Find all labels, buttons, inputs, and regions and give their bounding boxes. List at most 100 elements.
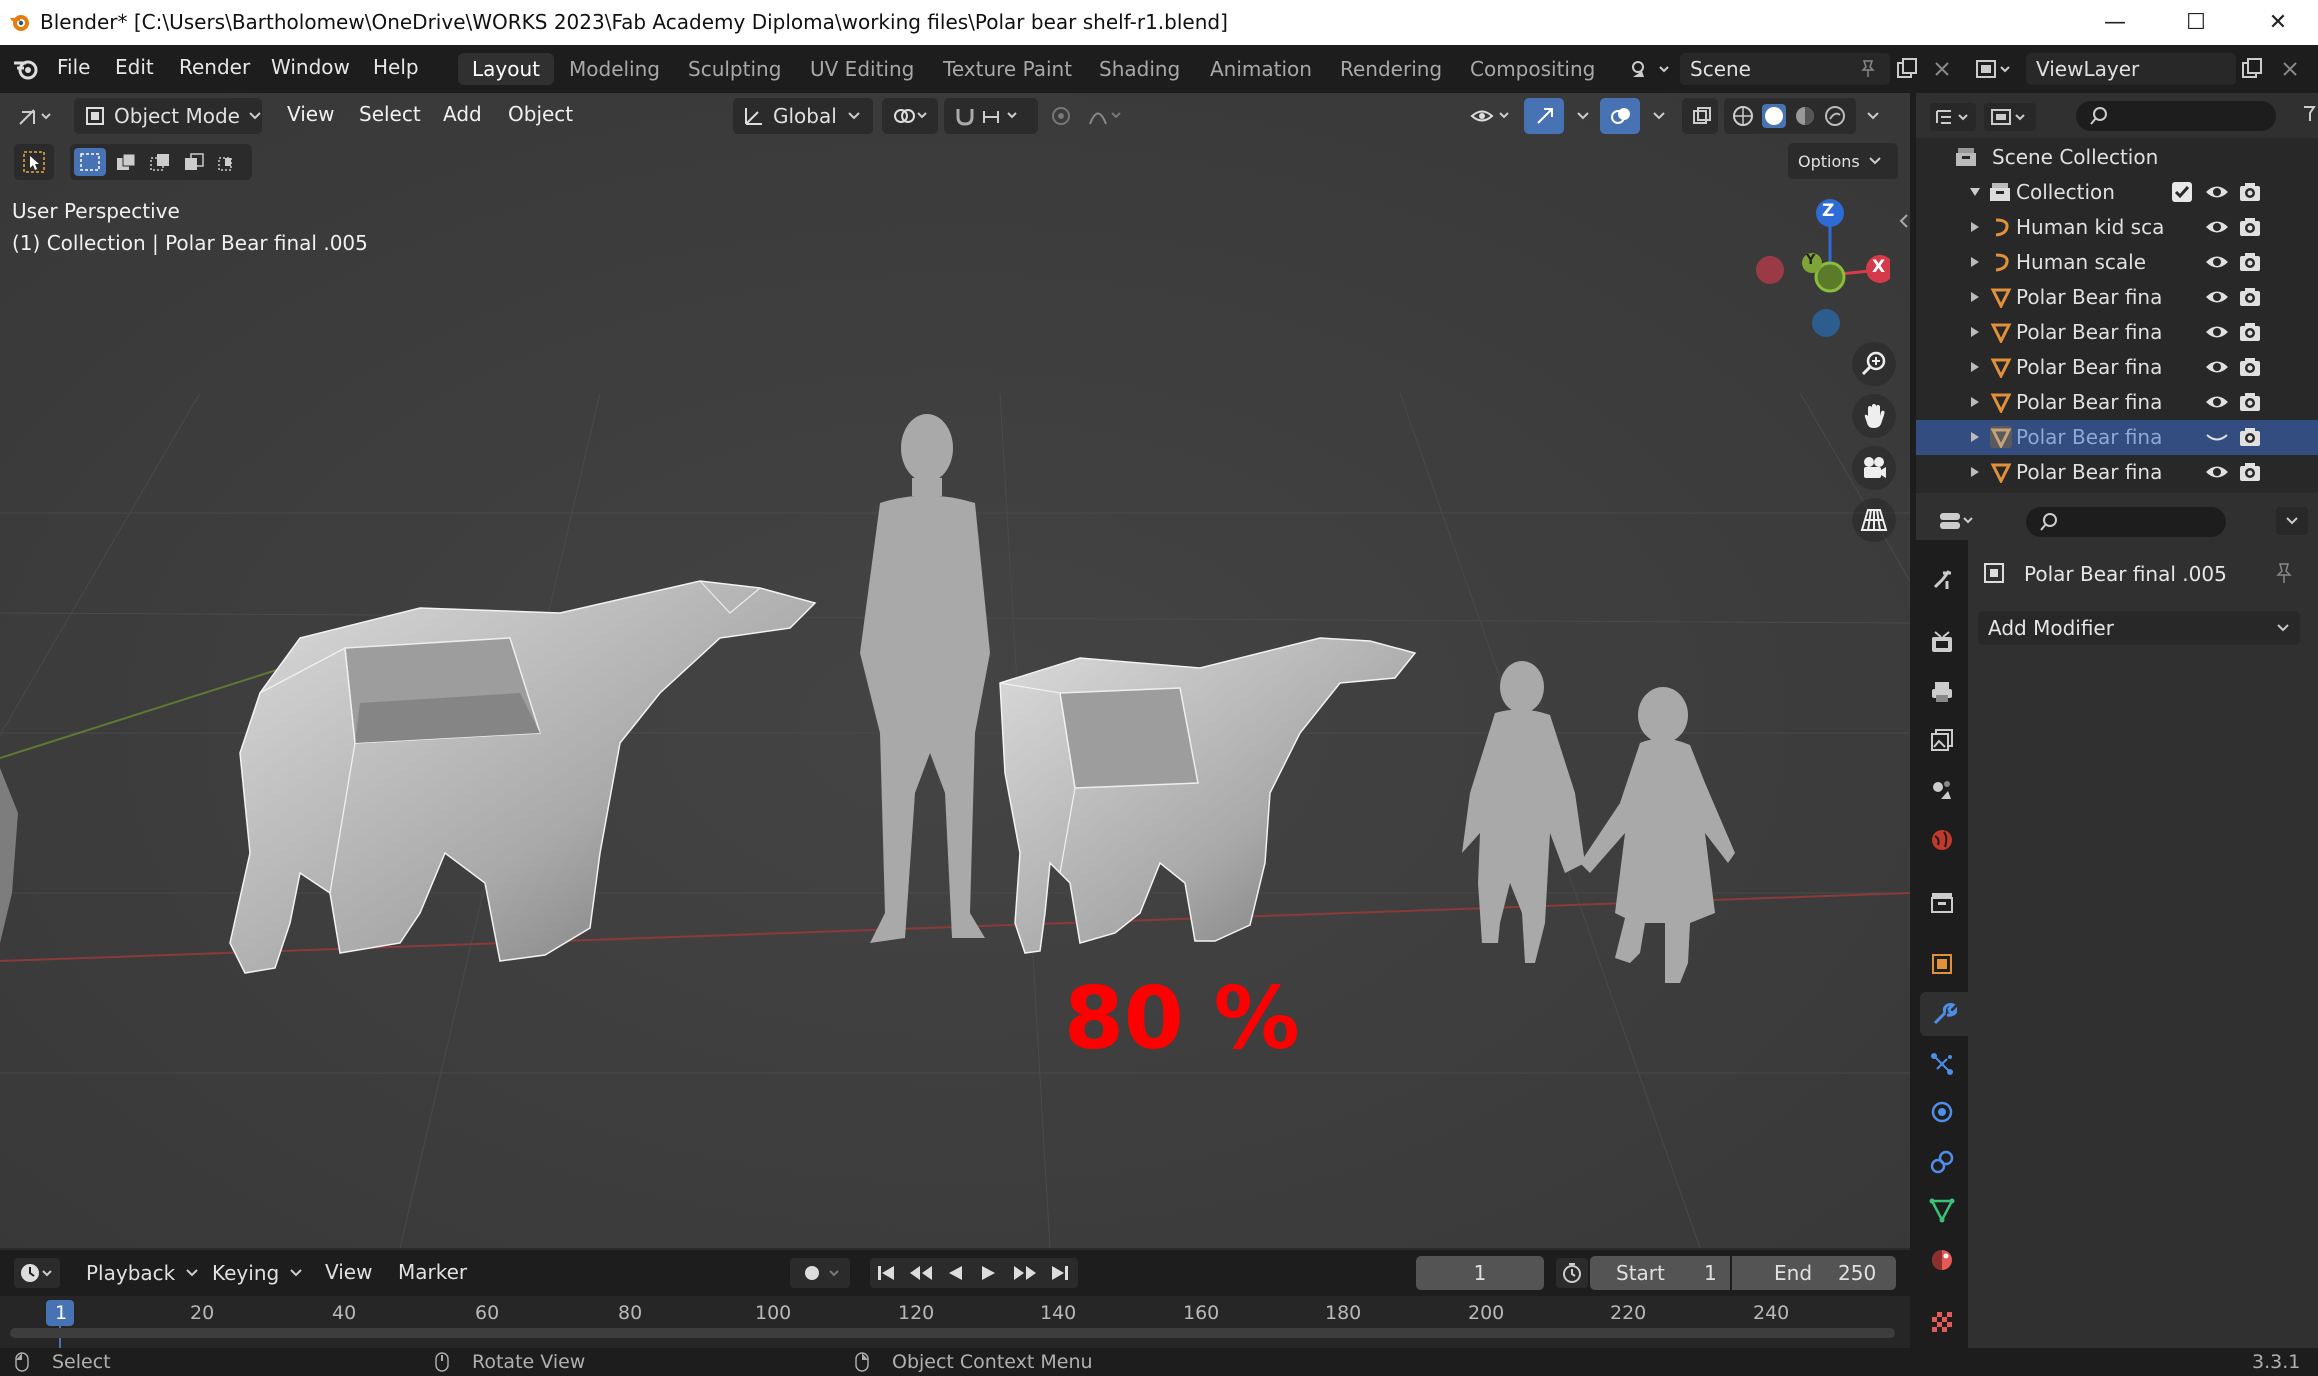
new-scene-icon[interactable] <box>1895 57 1919 81</box>
expand-arrow-icon[interactable] <box>1968 255 1982 269</box>
data-tab[interactable] <box>1920 1188 1964 1232</box>
options-dropdown[interactable]: Options <box>1788 143 1898 179</box>
pin-icon[interactable] <box>2272 561 2296 585</box>
menu-file[interactable]: File <box>57 55 90 79</box>
camera-render-icon[interactable] <box>2238 390 2262 414</box>
transform-orientation-selector[interactable]: Global <box>733 98 873 134</box>
mode-selector[interactable]: Object Mode <box>74 98 262 134</box>
camera-render-icon[interactable] <box>2238 355 2262 379</box>
blender-menu-icon[interactable] <box>12 57 40 81</box>
zoom-view-button[interactable] <box>1852 342 1896 386</box>
timeline-scrollbar[interactable] <box>10 1328 1895 1338</box>
tab-animation[interactable]: Animation <box>1196 53 1326 85</box>
sidebar-toggle-icon[interactable] <box>1898 212 1910 230</box>
tool-tab[interactable] <box>1920 558 1964 602</box>
jump-keyframe-back-icon[interactable] <box>906 1262 936 1284</box>
xray-toggle-button[interactable] <box>1682 98 1718 134</box>
constraints-tab[interactable] <box>1920 1140 1964 1184</box>
viewlayer-name-field[interactable]: ViewLayer <box>2026 53 2236 85</box>
properties-options-dropdown[interactable] <box>2276 507 2308 535</box>
mesh-object-icon[interactable] <box>1990 356 2012 378</box>
snap-button[interactable] <box>944 98 1038 134</box>
expand-arrow-icon[interactable] <box>1968 290 1982 304</box>
jump-to-end-icon[interactable] <box>1048 1262 1072 1284</box>
menu-render[interactable]: Render <box>179 55 250 79</box>
overlay-toggle-button[interactable] <box>1600 98 1640 134</box>
eye-icon[interactable] <box>2204 356 2230 378</box>
gizmo-toggle-button[interactable] <box>1524 98 1564 134</box>
visibility-selectability-button[interactable] <box>1460 98 1520 134</box>
select-intersect-icon[interactable] <box>212 148 244 176</box>
timeline-menu-marker[interactable]: Marker <box>398 1260 467 1284</box>
jump-keyframe-forward-icon[interactable] <box>1010 1262 1040 1284</box>
eye-icon[interactable] <box>2204 286 2230 308</box>
properties-search-input[interactable] <box>2026 507 2226 537</box>
armature-icon[interactable] <box>1990 251 2012 273</box>
timeline-menu-playback[interactable]: Playback <box>78 1258 199 1288</box>
expand-arrow-icon[interactable] <box>1968 360 1982 374</box>
outliner-row-collection[interactable]: Collection <box>1916 175 2318 210</box>
delete-viewlayer-icon[interactable] <box>2280 59 2300 79</box>
menu-help[interactable]: Help <box>373 55 419 79</box>
overlay-dropdown[interactable] <box>1642 98 1666 134</box>
particles-tab[interactable] <box>1920 1042 1964 1086</box>
modifier-tab[interactable] <box>1920 992 1968 1036</box>
expand-arrow-icon[interactable] <box>1968 325 1982 339</box>
outliner-row-object[interactable]: Polar Bear fina <box>1916 280 2318 315</box>
navigation-gizmo[interactable]: Z Y X <box>1740 195 1890 345</box>
eye-icon[interactable] <box>2204 251 2230 273</box>
output-tab[interactable] <box>1920 670 1964 714</box>
texture-tab[interactable] <box>1920 1300 1964 1344</box>
camera-render-icon[interactable] <box>2238 320 2262 344</box>
delete-scene-icon[interactable] <box>1932 59 1952 79</box>
camera-render-icon[interactable] <box>2238 215 2262 239</box>
preview-range-icon[interactable] <box>1556 1258 1588 1288</box>
camera-view-button[interactable] <box>1852 446 1896 490</box>
expand-arrow-icon[interactable] <box>1968 185 1982 199</box>
menu-select[interactable]: Select <box>359 102 421 126</box>
pivot-point-button[interactable] <box>882 98 938 134</box>
select-tool-icon[interactable] <box>14 144 54 180</box>
scene-selector-icon[interactable] <box>1630 57 1674 81</box>
3d-viewport[interactable] <box>0 93 1910 1248</box>
rendered-shading-icon[interactable] <box>1824 105 1846 127</box>
end-frame-field[interactable]: End 250 <box>1732 1256 1896 1290</box>
menu-window[interactable]: Window <box>271 55 350 79</box>
viewlayer-selector-icon[interactable] <box>1975 57 2015 81</box>
outliner-row-object[interactable]: Human kid sca <box>1916 210 2318 245</box>
camera-render-icon[interactable] <box>2238 425 2262 449</box>
shading-dropdown[interactable] <box>1856 98 1886 134</box>
tab-modeling[interactable]: Modeling <box>555 53 674 85</box>
timeline-editor-type-icon[interactable] <box>14 1258 60 1288</box>
camera-render-icon[interactable] <box>2238 180 2262 204</box>
timeline-menu-view[interactable]: View <box>325 1260 372 1284</box>
outliner-search-input[interactable] <box>2076 101 2276 131</box>
maximize-button[interactable]: ☐ <box>2156 0 2236 45</box>
wireframe-shading-icon[interactable] <box>1732 105 1754 127</box>
mesh-object-icon[interactable] <box>1990 426 2012 448</box>
eye-icon[interactable] <box>2204 461 2230 483</box>
material-shading-icon[interactable] <box>1794 105 1816 127</box>
tab-sculpting[interactable]: Sculpting <box>674 53 795 85</box>
tab-uv-editing[interactable]: UV Editing <box>796 53 928 85</box>
mesh-object-icon[interactable] <box>1990 321 2012 343</box>
eye-icon[interactable] <box>2204 321 2230 343</box>
tab-layout[interactable]: Layout <box>458 53 554 85</box>
auto-keying-button[interactable] <box>790 1258 850 1288</box>
menu-view[interactable]: View <box>287 102 334 126</box>
render-tab[interactable] <box>1920 620 1964 664</box>
collection-tab[interactable] <box>1920 880 1964 924</box>
menu-add[interactable]: Add <box>443 102 482 126</box>
gizmo-dropdown[interactable] <box>1566 98 1590 134</box>
editor-type-button[interactable] <box>6 98 64 134</box>
play-icon[interactable] <box>978 1262 1000 1284</box>
physics-tab[interactable] <box>1920 1090 1964 1134</box>
ortho-toggle-button[interactable] <box>1852 498 1896 542</box>
expand-arrow-icon[interactable] <box>1968 395 1982 409</box>
view-layer-tab[interactable] <box>1920 718 1964 762</box>
select-subtract-icon[interactable] <box>144 148 176 176</box>
close-button[interactable]: ✕ <box>2238 0 2318 45</box>
expand-arrow-icon[interactable] <box>1968 465 1982 479</box>
outliner-row-scene-collection[interactable]: Scene Collection <box>1916 140 2318 175</box>
mesh-object-icon[interactable] <box>1990 286 2012 308</box>
